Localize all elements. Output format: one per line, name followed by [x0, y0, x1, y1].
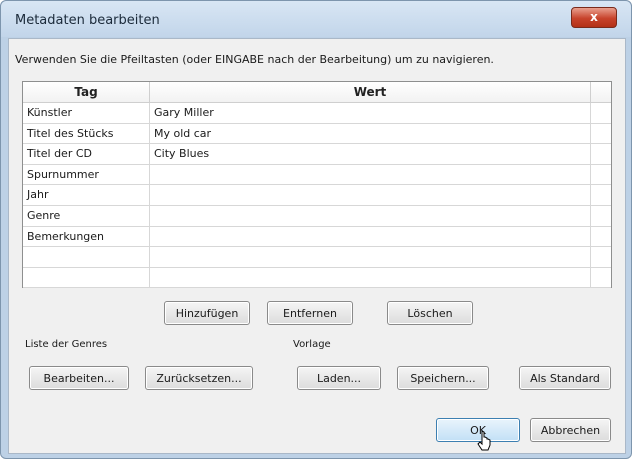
column-header-tag[interactable]: Tag — [23, 82, 150, 102]
table-row[interactable]: Genre — [23, 205, 611, 227]
save-template-button[interactable]: Speichern... — [397, 366, 489, 390]
load-template-button[interactable]: Laden... — [297, 366, 381, 390]
table-row[interactable] — [23, 247, 611, 268]
mouse-pointer-icon — [477, 430, 491, 451]
set-default-button[interactable]: Als Standard — [519, 366, 611, 390]
table-header: Tag Wert — [23, 82, 611, 103]
close-button[interactable]: x — [571, 7, 617, 28]
cell-tag[interactable]: Bemerkungen — [23, 226, 150, 247]
clear-button[interactable]: Löschen — [387, 301, 473, 325]
cell-tag[interactable]: Titel des Stücks — [23, 123, 150, 144]
dialog-client-area: Verwenden Sie die Pfeiltasten (oder EING… — [8, 38, 626, 454]
cell-wert[interactable]: Gary Miller — [150, 103, 591, 123]
table-row[interactable]: Jahr — [23, 185, 611, 206]
cell-wert[interactable] — [150, 226, 591, 247]
instruction-text: Verwenden Sie die Pfeiltasten (oder EING… — [15, 53, 494, 66]
remove-row-button[interactable]: Entfernen — [267, 301, 353, 325]
table-row[interactable]: Künstler Gary Miller — [23, 103, 611, 124]
table-row[interactable] — [23, 267, 611, 289]
add-row-button[interactable]: Hinzufügen — [164, 301, 250, 325]
table-row[interactable]: Spurnummer — [23, 164, 611, 186]
table-body: Künstler Gary Miller Titel des Stücks My… — [23, 103, 611, 289]
metadata-table[interactable]: Tag Wert Künstler Gary Miller Titel des … — [22, 81, 612, 289]
dialog-window: Metadaten bearbeiten x Verwenden Sie die… — [0, 0, 632, 459]
cell-tag[interactable]: Genre — [23, 205, 150, 226]
cell-tag[interactable]: Künstler — [23, 103, 150, 123]
template-label: Vorlage — [293, 339, 331, 350]
cell-tag[interactable]: Titel der CD — [23, 144, 150, 164]
table-row[interactable]: Titel der CD City Blues — [23, 144, 611, 165]
cell-wert[interactable] — [150, 247, 591, 267]
table-row[interactable]: Bemerkungen — [23, 226, 611, 248]
close-icon: x — [590, 10, 598, 24]
edit-genres-button[interactable]: Bearbeiten... — [29, 366, 129, 390]
cell-wert[interactable]: My old car — [150, 123, 591, 144]
column-header-filler — [591, 82, 611, 102]
table-row[interactable]: Titel des Stücks My old car — [23, 123, 611, 145]
cell-wert[interactable] — [150, 267, 591, 288]
title-bar: Metadaten bearbeiten x — [1, 1, 631, 37]
column-header-wert[interactable]: Wert — [150, 82, 591, 102]
reset-genres-button[interactable]: Zurücksetzen... — [145, 366, 253, 390]
window-title: Metadaten bearbeiten — [15, 13, 160, 28]
cell-tag[interactable]: Spurnummer — [23, 164, 150, 185]
cell-tag[interactable] — [23, 267, 150, 288]
cell-tag[interactable]: Jahr — [23, 185, 150, 205]
cell-wert[interactable] — [150, 164, 591, 185]
cell-tag[interactable] — [23, 247, 150, 267]
cell-wert[interactable] — [150, 185, 591, 205]
genres-label: Liste der Genres — [25, 339, 108, 350]
cell-wert[interactable] — [150, 205, 591, 226]
cell-wert[interactable]: City Blues — [150, 144, 591, 164]
cancel-button[interactable]: Abbrechen — [530, 418, 611, 442]
